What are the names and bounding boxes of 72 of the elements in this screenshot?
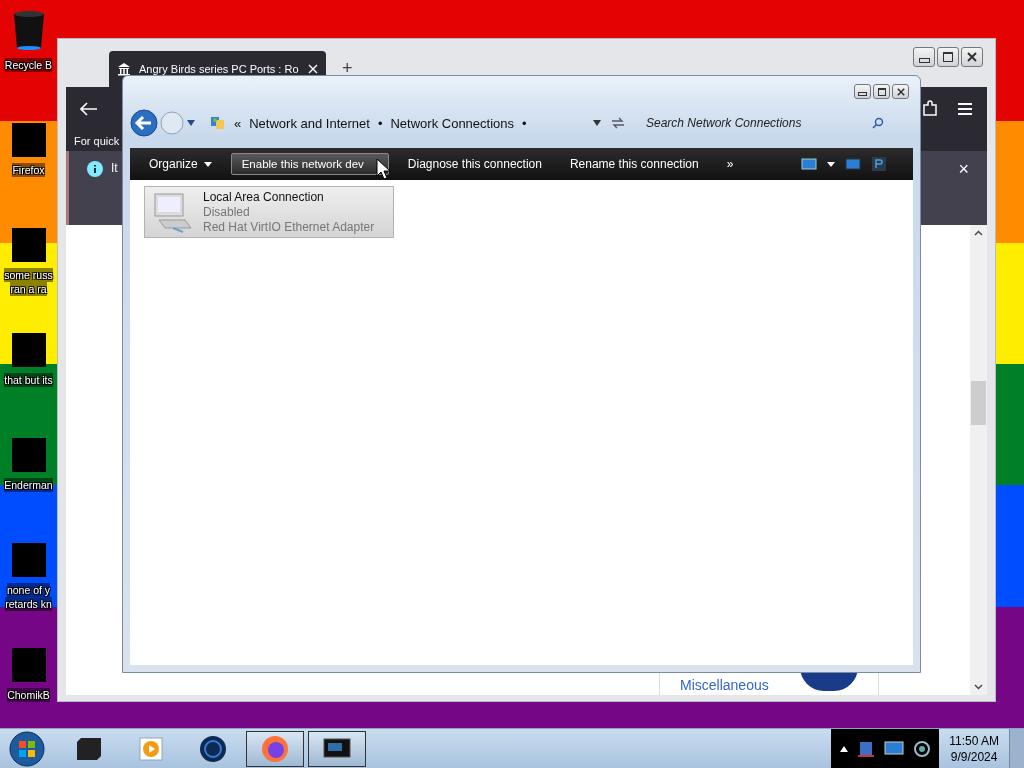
redacted-icon[interactable] — [11, 123, 46, 157]
network-folder-icon — [210, 115, 226, 131]
breadcrumb-item[interactable]: Network Connections — [390, 115, 515, 131]
view-icon[interactable] — [801, 157, 817, 171]
desktop-icon-label: ChomikB — [7, 688, 50, 702]
close-icon — [896, 87, 905, 96]
tray-app-icon[interactable] — [857, 739, 876, 758]
media-player-icon — [138, 735, 164, 762]
speaker-icon[interactable] — [913, 739, 932, 758]
toolbar-button[interactable]: Diagnose this connection — [398, 152, 551, 176]
breadcrumb-item[interactable]: Network and Internet — [249, 115, 370, 131]
category-link[interactable]: Miscellaneous — [680, 677, 769, 693]
maximize-button[interactable] — [873, 84, 890, 99]
scroll-up-icon[interactable] — [974, 230, 983, 236]
desktop-icon-label: Enderman — [4, 478, 53, 492]
desktop-icon-label: that but its — [4, 373, 53, 387]
maximize-button[interactable] — [937, 47, 959, 67]
preview-pane-icon[interactable] — [845, 157, 861, 171]
taskbar-button[interactable] — [308, 730, 366, 767]
breadcrumb-separator: • — [522, 115, 527, 131]
scrollbar-thumb[interactable] — [971, 381, 986, 425]
desktop-icon-label: Firefox — [12, 163, 45, 177]
connection-status: Disabled — [203, 205, 251, 219]
museum-icon — [117, 62, 131, 76]
toolbar-button[interactable]: Enable this network dev — [230, 153, 389, 175]
redacted-icon[interactable] — [11, 333, 46, 367]
device-icon — [74, 735, 104, 762]
search-icon — [872, 117, 884, 129]
back-arrow-icon[interactable] — [80, 102, 98, 116]
bookmarks-hint: For quick — [74, 135, 121, 147]
desktop-icon-label: some russ — [4, 268, 53, 282]
minimize-button[interactable] — [854, 84, 871, 99]
new-tab-button[interactable]: + — [342, 58, 353, 79]
taskbar-button[interactable] — [246, 730, 304, 767]
refresh-icon[interactable] — [610, 116, 626, 130]
adapter-name: Red Hat VirtIO Ethernet Adapter — [203, 220, 375, 234]
firefox-icon — [260, 733, 290, 764]
caret-icon[interactable] — [839, 744, 850, 753]
redacted-icon[interactable] — [11, 228, 46, 262]
menu-icon[interactable] — [957, 102, 973, 116]
close-button[interactable] — [961, 47, 983, 67]
close-icon — [967, 52, 977, 62]
caret-icon[interactable] — [827, 161, 835, 167]
close-icon[interactable] — [308, 64, 318, 74]
minimize-button[interactable] — [913, 47, 935, 67]
desktop-icon-label: retards kn — [5, 597, 52, 611]
breadcrumb-separator: • — [377, 115, 383, 131]
info-icon — [87, 161, 103, 177]
toolbar-button[interactable]: » — [717, 152, 743, 176]
desktop-icon-label: Recycle B — [4, 58, 53, 72]
scrollbar[interactable] — [970, 225, 987, 695]
desktop-icon-label: ran a ra — [10, 282, 47, 296]
close-button[interactable]: × — [958, 161, 969, 177]
globe-icon — [199, 734, 227, 763]
scroll-down-icon[interactable] — [974, 684, 983, 690]
desktop-icon-label: none of y — [6, 583, 51, 597]
toolbar-button[interactable]: Rename this connection — [560, 152, 708, 176]
tab-title: Angry Birds series PC Ports : Ro — [139, 63, 300, 75]
connection-item[interactable]: Local Area Connection Disabled Red Hat VirtIO Ethernet Adapter — [144, 186, 394, 238]
breadcrumb-overflow[interactable]: « — [234, 115, 242, 131]
back-button[interactable] — [130, 109, 158, 137]
clock[interactable]: 11:50 AM 9/9/2024 — [939, 732, 1009, 765]
notification-text: It — [111, 161, 118, 175]
caret-icon[interactable] — [186, 119, 196, 127]
puzzle-piece-icon[interactable] — [921, 100, 939, 118]
search-field[interactable]: Search Network Connections — [644, 115, 872, 131]
connection-name: Local Area Connection — [203, 190, 325, 204]
caret-icon[interactable] — [592, 119, 602, 127]
close-button[interactable] — [892, 84, 909, 99]
monitor-icon — [322, 736, 352, 761]
toolbar-button[interactable]: Organize — [140, 152, 221, 176]
start-button[interactable] — [8, 729, 46, 768]
